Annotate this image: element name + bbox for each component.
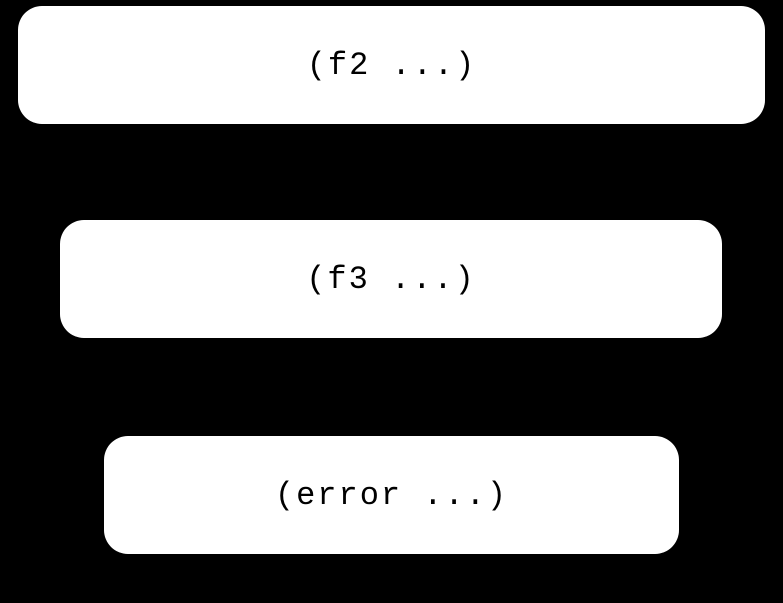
call-frame-error: (error ...) [104,436,679,554]
call-frame-f3: (f3 ...) [60,220,722,338]
call-frame-f2: (f2 ...) [18,6,765,124]
call-frame-label: (error ...) [275,477,508,514]
call-frame-label: (f2 ...) [307,47,477,84]
call-frame-label: (f3 ...) [306,261,476,298]
